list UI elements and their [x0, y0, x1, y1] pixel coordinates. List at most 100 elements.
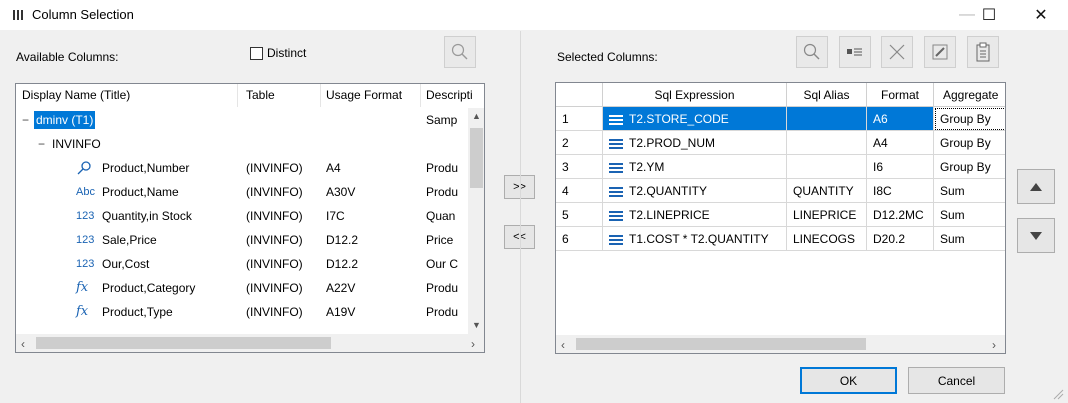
grid-cell-sql-expression[interactable]: T2.QUANTITY: [603, 179, 787, 203]
scroll-down-icon[interactable]: ▼: [472, 320, 481, 330]
grid-row-number[interactable]: 5: [556, 203, 603, 227]
expression-row-icon: [609, 233, 623, 247]
properties-button[interactable]: [967, 36, 999, 68]
grid-cell-format[interactable]: A6: [867, 107, 934, 131]
search-button[interactable]: [444, 36, 476, 68]
tree-vertical-scrollbar[interactable]: ▲ ▼: [468, 108, 484, 334]
tree-horizontal-thumb[interactable]: [36, 337, 331, 349]
column-header-display-name[interactable]: Display Name (Title): [18, 84, 238, 107]
grid-cell-sql-alias[interactable]: [787, 155, 867, 179]
close-button[interactable]: ✕: [1018, 0, 1064, 30]
column-header-description[interactable]: Descripti: [422, 84, 484, 107]
move-up-button[interactable]: [1017, 169, 1055, 204]
tree-cell-table: (INVINFO): [246, 305, 303, 319]
grid-horizontal-thumb[interactable]: [576, 338, 866, 350]
tree-item-label: Our,Cost: [102, 257, 150, 271]
grid-cell-sql-alias[interactable]: [787, 107, 867, 131]
tree-row[interactable]: 123 Sale,Price (INVINFO) D12.2 Price: [16, 228, 468, 252]
tree-row[interactable]: − dminv (T1) Samp: [16, 108, 468, 132]
grid-cell-sql-expression[interactable]: T1.COST * T2.QUANTITY: [603, 227, 787, 251]
scroll-left-icon[interactable]: ‹: [21, 337, 25, 351]
grid-row-number[interactable]: 3: [556, 155, 603, 179]
column-header-usage-format[interactable]: Usage Format: [322, 84, 421, 107]
grid-cell-sql-expression[interactable]: T2.LINEPRICE: [603, 203, 787, 227]
grid-cell-aggregate-text: Sum: [940, 208, 965, 222]
tree-row[interactable]: Abc Product,Name (INVINFO) A30V Produ: [16, 180, 468, 204]
grid-cell-format[interactable]: I8C: [867, 179, 934, 203]
tree-cell-table: (INVINFO): [246, 233, 303, 247]
selected-columns-label: Selected Columns:: [557, 50, 658, 64]
tree-horizontal-scrollbar[interactable]: ‹ ›: [16, 334, 484, 352]
delete-button[interactable]: [881, 36, 913, 68]
cancel-button[interactable]: Cancel: [908, 367, 1005, 394]
resize-grip-icon[interactable]: [1052, 388, 1064, 400]
grid-row-number[interactable]: 1: [556, 107, 603, 131]
tree-cell-description: Produ: [426, 281, 459, 295]
grid-horizontal-scrollbar[interactable]: ‹ ›: [556, 335, 1005, 353]
scroll-right-icon[interactable]: ›: [992, 338, 996, 352]
grid-cell-sql-alias[interactable]: LINECOGS: [787, 227, 867, 251]
grid-cell-sql-expression[interactable]: T2.YM: [603, 155, 787, 179]
column-header-table[interactable]: Table: [242, 84, 321, 107]
tree-row[interactable]: fx Product,Type (INVINFO) A19V Produ: [16, 300, 468, 324]
grid-cell-sql-expression-text: T2.STORE_CODE: [629, 112, 729, 126]
tree-row[interactable]: Product,Number (INVINFO) A4 Produ: [16, 156, 468, 180]
grid-cell-aggregate[interactable]: Sum: [934, 179, 1005, 203]
tree-cell-format: D12.2: [326, 233, 359, 247]
scroll-right-icon[interactable]: ›: [471, 337, 475, 351]
grid-header-aggregate[interactable]: Aggregate: [934, 83, 1005, 107]
grid-cell-format[interactable]: D12.2MC: [867, 203, 934, 227]
distinct-label: Distinct: [267, 46, 307, 60]
grid-header-format[interactable]: Format: [867, 83, 934, 107]
find-button[interactable]: [796, 36, 828, 68]
grid-cell-aggregate[interactable]: Sum: [934, 227, 1005, 251]
grid-cell-sql-alias-text: LINEPRICE: [793, 208, 857, 222]
grid-header-sql-expression[interactable]: Sql Expression: [603, 83, 787, 107]
selected-columns-grid[interactable]: Sql Expression Sql Alias Format Aggregat…: [555, 82, 1006, 354]
edit-expression-button[interactable]: [839, 36, 871, 68]
clipboard-icon: [976, 42, 990, 62]
tree-row[interactable]: − INVINFO: [16, 132, 468, 156]
grid-cell-sql-alias[interactable]: LINEPRICE: [787, 203, 867, 227]
collapse-icon[interactable]: −: [38, 132, 45, 156]
tree-row[interactable]: 123 Quantity,in Stock (INVINFO) I7C Quan: [16, 204, 468, 228]
grid-cell-format[interactable]: D20.2: [867, 227, 934, 251]
grid-cell-format[interactable]: A4: [867, 131, 934, 155]
grid-cell-format[interactable]: I6: [867, 155, 934, 179]
maximize-button[interactable]: ☐: [966, 0, 1012, 30]
grid-cell-sql-alias[interactable]: [787, 131, 867, 155]
rename-button[interactable]: [924, 36, 956, 68]
scroll-left-icon[interactable]: ‹: [561, 338, 565, 352]
grid-cell-aggregate[interactable]: Group By: [934, 155, 1005, 179]
expression-row-icon: [609, 161, 623, 175]
grid-cell-aggregate[interactable]: Group By: [934, 107, 1005, 131]
window-title: Column Selection: [32, 7, 134, 22]
ok-button[interactable]: OK: [800, 367, 897, 394]
grid-cell-sql-alias[interactable]: QUANTITY: [787, 179, 867, 203]
grid-cell-format-text: D20.2: [873, 232, 906, 246]
tree-cell-format: I7C: [326, 209, 345, 223]
tree-cell-name: fx Product,Type: [16, 300, 242, 324]
tree-item-label: Product,Number: [102, 161, 190, 175]
grid-cell-sql-expression[interactable]: T2.STORE_CODE: [603, 107, 787, 131]
grid-cell-sql-expression[interactable]: T2.PROD_NUM: [603, 131, 787, 155]
grid-row-number[interactable]: 6: [556, 227, 603, 251]
scroll-up-icon[interactable]: ▲: [472, 111, 481, 121]
grid-header-sql-alias[interactable]: Sql Alias: [787, 83, 867, 107]
grid-cell-aggregate[interactable]: Group By: [934, 131, 1005, 155]
tree-row[interactable]: 123 Our,Cost (INVINFO) D12.2 Our C: [16, 252, 468, 276]
grid-cell-aggregate-text: Group By: [940, 160, 991, 174]
available-columns-tree[interactable]: Display Name (Title) Table Usage Format …: [15, 83, 485, 353]
move-down-button[interactable]: [1017, 218, 1055, 253]
grid-corner-header: [556, 83, 603, 107]
grid-row-number[interactable]: 2: [556, 131, 603, 155]
grid-cell-aggregate[interactable]: Sum: [934, 203, 1005, 227]
grid-row-number[interactable]: 4: [556, 179, 603, 203]
grid-row-number-text: 4: [562, 184, 569, 198]
distinct-checkbox[interactable]: [250, 47, 263, 60]
expression-row-icon: [609, 113, 623, 127]
tree-row[interactable]: fx Product,Category (INVINFO) A22V Produ: [16, 276, 468, 300]
tree-vertical-thumb[interactable]: [470, 128, 483, 188]
grid-cell-format-text: A4: [873, 136, 888, 150]
collapse-icon[interactable]: −: [22, 108, 29, 132]
